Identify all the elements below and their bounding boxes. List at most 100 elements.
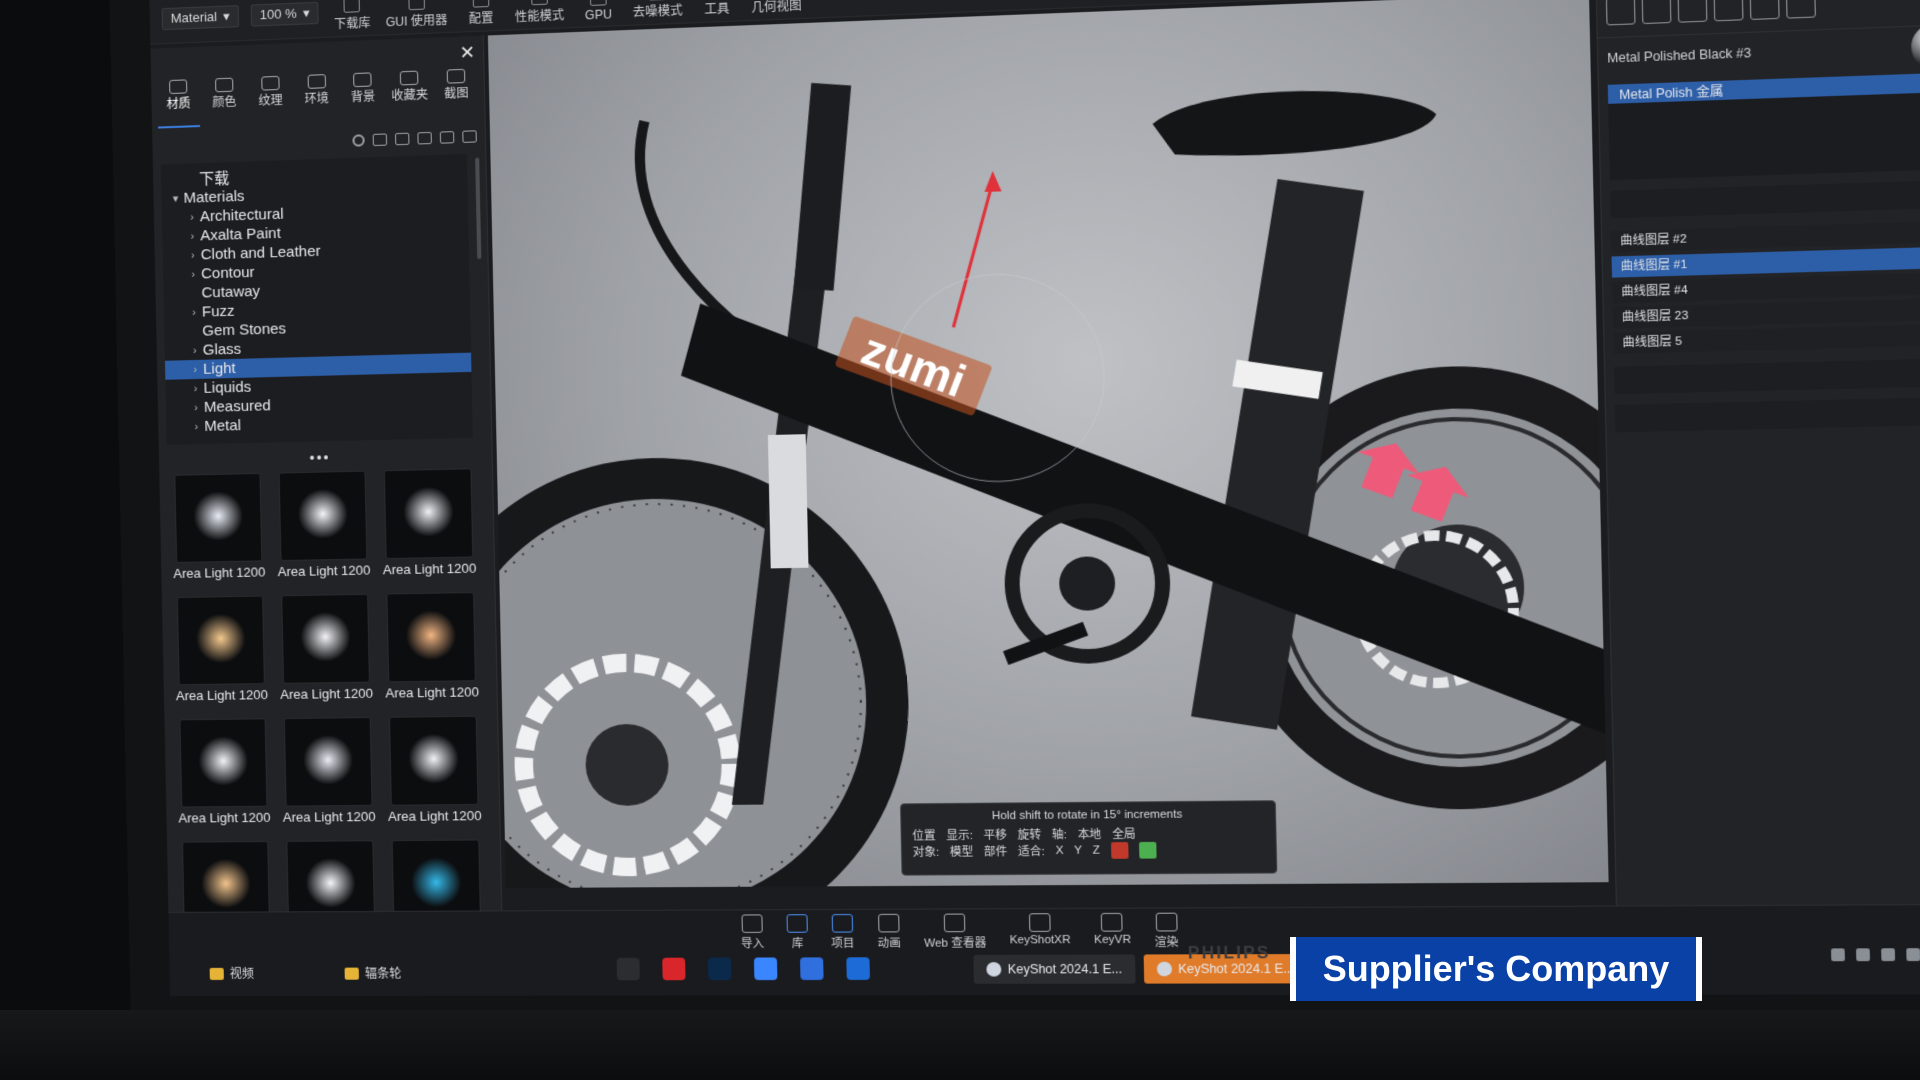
move-gizmo-arrow[interactable] [950,181,996,327]
dock-button[interactable]: KeyVR [1094,912,1132,951]
image-tab-icon[interactable] [1785,0,1816,19]
gizmo-model-radio[interactable]: 模型 [950,843,974,860]
gizmo-global-radio[interactable]: 全局 [1112,825,1136,842]
material-thumbnail[interactable]: Area Light 1200 ... [281,716,376,831]
layer-row[interactable]: 曲线图层 #4 [1612,271,1920,304]
thumbnail-image [383,468,474,560]
tree-scrollbar[interactable] [475,157,482,260]
layer-row[interactable]: 曲线图层 #2 [1611,220,1920,253]
toolbar-gui-button[interactable]: GUI 使用器 [385,0,448,30]
pinned-app-icon[interactable] [846,957,870,980]
toolbar-config-button[interactable]: 配置 [459,0,503,27]
chevron-right-icon: › [192,344,197,357]
material-thumbnail[interactable]: Area Light 1200 ... [386,715,482,830]
panel-splitter-handle[interactable]: ••• [309,449,330,466]
material-thumbnail[interactable]: Area Light 1200 ... [174,595,269,710]
tray-icon[interactable] [1831,948,1845,962]
zoom-select[interactable]: 100 % ▾ [250,1,319,27]
toolbar-performance-button[interactable]: 性能模式 [514,0,565,25]
environment-tab-icon[interactable] [1677,0,1708,23]
toolbar-gpu-button[interactable]: GPU [576,0,620,22]
bike-render: zumi [487,82,1609,889]
dock-button[interactable]: 动画 [877,913,901,951]
gizmo-local-radio[interactable]: 本地 [1077,826,1102,843]
toolbar-download-button[interactable]: 下载库 [330,0,373,32]
tab-materials[interactable]: 材质 [156,72,200,129]
render-viewport[interactable]: zumi Hold shift to rotate in 15° increme… [487,0,1609,889]
material-tab-icon[interactable] [1641,0,1672,25]
tab-colors[interactable]: 颜色 [203,71,246,127]
gizmo-part-radio[interactable]: 部件 [984,843,1008,860]
gizmo-position-label[interactable]: 位置 [912,827,936,844]
pinned-app-icon[interactable] [616,957,640,981]
property-block [1614,396,1920,433]
tab-screenshots[interactable]: 截图 [434,62,478,118]
gizmo-translate-toggle[interactable]: 平移 [983,826,1007,843]
system-tray [1831,948,1920,962]
gizmo-rotate-toggle[interactable]: 旋转 [1017,826,1042,843]
taskbar-file-video[interactable]: 视频 [209,965,255,982]
gizmo-display-label: 显示: [946,829,974,843]
confirm-button[interactable] [1138,841,1157,859]
dock-button[interactable]: 项目 [831,914,855,951]
gizmo-y-button[interactable]: Y [1074,844,1082,857]
remove-folder-icon[interactable] [417,131,432,145]
material-thumbnail[interactable]: Area Light 1200 ... [383,591,479,707]
gizmo-arrowhead[interactable] [984,170,1002,192]
tab-textures[interactable]: 纹理 [249,69,292,125]
gizmo-x-button[interactable]: X [1055,845,1063,858]
taskbar-window-button[interactable]: KeyShot 2024.1 E... [973,954,1136,984]
cancel-button[interactable] [1110,842,1129,859]
material-name-row: Metal Polished Black #3 [1607,21,1920,71]
close-icon[interactable]: ✕ [459,42,475,64]
tray-icon[interactable] [1906,948,1920,962]
keyshot-dock: 导入 库 项目 动画 Web 查看器 KeyShotXR KeyVR 渲染 [740,912,1179,952]
toolbar-tools-button[interactable]: 工具 [694,0,739,18]
toolbar-geometry-view-button[interactable]: 几何视图 [751,0,802,15]
tab-backplates[interactable]: 背景 [341,66,385,122]
scene-tab-icon[interactable] [1605,0,1636,26]
camera-tab-icon[interactable] [1749,0,1780,21]
tray-icon[interactable] [1881,948,1896,962]
tab-label: 背景 [350,89,376,105]
materials-icon [168,79,188,95]
material-select[interactable]: Material ▾ [161,4,239,30]
refresh-icon[interactable] [462,130,477,143]
taskbar-file-wheel[interactable]: 辐条轮 [344,964,402,981]
dock-button[interactable]: KeyShotXR [1009,913,1071,951]
gpu-icon [589,0,607,6]
toolbar-denoise-button[interactable]: 去噪模式 [632,0,683,20]
tab-favorites[interactable]: 收藏夹 [388,64,432,120]
search-icon[interactable] [352,134,365,147]
material-thumbnail[interactable]: Area Light 1200 ... [381,468,477,583]
layer-row[interactable]: 曲线图层 23 [1612,297,1920,329]
material-thumbnail[interactable]: Area Light 1200 ... [171,472,266,587]
monitor-brand: PHILIPS [1187,944,1271,963]
dock-button[interactable]: 渲染 [1154,912,1179,951]
material-list-item[interactable]: Metal Polish 金属 [1607,72,1920,104]
toolbar-button-label: GUI 使用器 [385,12,448,29]
lighting-tab-icon[interactable] [1713,0,1744,22]
pinned-app-icon[interactable] [707,957,732,981]
gizmo-fit-label: 适合: [1017,845,1045,859]
dock-button[interactable]: 库 [786,914,809,951]
material-name[interactable]: Metal Polished Black #3 [1607,46,1751,66]
material-thumbnail[interactable]: Area Light 1200 ... [176,718,271,831]
layer-row[interactable]: 曲线图层 5 [1613,323,1920,354]
gizmo-z-button[interactable]: Z [1093,844,1101,857]
screen: Material ▾ 100 % ▾ 下载库 GUI 使用器 配置 性能模式 GPU… [149,0,1920,997]
tab-label: 环境 [304,91,329,107]
material-thumbnail[interactable]: Area Light 1200 ... [276,470,371,586]
dock-button[interactable]: 导入 [740,914,764,951]
material-select-value: Material [170,8,218,26]
pinned-app-icon[interactable] [800,957,824,981]
pinned-app-icon[interactable] [662,957,686,981]
folder-icon[interactable] [372,133,388,147]
upload-folder-icon[interactable] [439,131,455,144]
add-folder-icon[interactable] [394,132,410,146]
dock-button[interactable]: Web 查看器 [924,913,987,950]
tray-icon[interactable] [1856,948,1870,962]
pinned-app-icon[interactable] [753,957,778,981]
material-thumbnail[interactable]: Area Light 1200 ... [278,593,373,708]
tab-environments[interactable]: 环境 [295,68,338,124]
